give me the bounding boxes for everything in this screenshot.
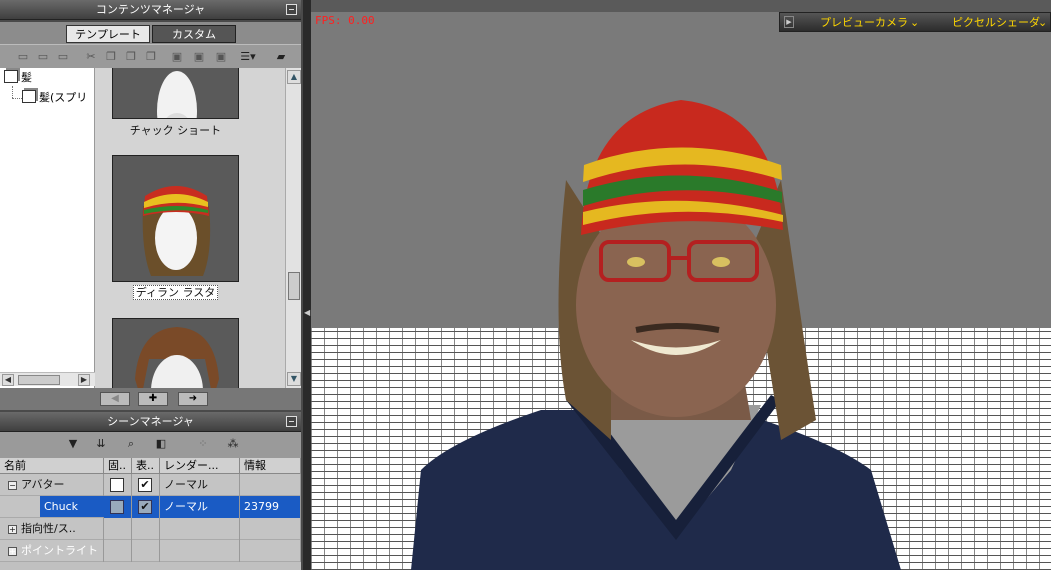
- scroll-thumb[interactable]: [18, 375, 60, 385]
- minimize-icon[interactable]: [286, 416, 297, 427]
- minimize-icon[interactable]: [286, 4, 297, 15]
- render-mode[interactable]: ノーマル: [160, 496, 240, 518]
- cut-icon[interactable]: ✂: [84, 50, 98, 63]
- rasta-hat-dreadlocks-icon: [142, 186, 211, 276]
- content-manager-title: コンテンツマネージャ: [95, 3, 206, 16]
- expand-icon[interactable]: +: [8, 525, 17, 534]
- folder-icon[interactable]: ▭: [36, 50, 50, 63]
- info-value: [240, 474, 301, 496]
- content-toolbar: ▭ ▭ ▭ ✂ ❐ ❐ ❐ ▣ ▣ ▣ ☰▾ ▰: [0, 44, 301, 68]
- fixed-checkbox[interactable]: [110, 478, 124, 492]
- render-mode[interactable]: ノーマル: [160, 474, 240, 496]
- filter-icon[interactable]: ▼: [66, 437, 80, 450]
- scene-table: 名前 固.. 表.. レンダー... 情報 − アバター ✔ ノーマル Chuck…: [0, 458, 301, 570]
- scene-manager-titlebar: シーンマネージャ: [0, 412, 301, 432]
- scroll-thumb[interactable]: [288, 272, 300, 300]
- brown-hair-icon: [135, 327, 219, 388]
- thumbnail-action-bar: ◀ ✚ ➜: [0, 388, 301, 410]
- hierarchy-icon[interactable]: ⁂: [226, 437, 240, 450]
- content-manager-titlebar: コンテンツマネージャ: [0, 0, 301, 20]
- content-tree: 髪 髪(スプリ ◀ ▶: [0, 68, 95, 388]
- thumbnail-item[interactable]: [112, 68, 239, 119]
- table-row[interactable]: + ポイントライト: [0, 540, 301, 562]
- collapse-arrow-icon[interactable]: ◀: [304, 308, 310, 317]
- link-icon[interactable]: ⁘: [196, 437, 210, 450]
- import-icon[interactable]: ▣: [170, 50, 184, 63]
- scroll-down-icon[interactable]: ▼: [287, 372, 301, 386]
- table-row[interactable]: + 指向性/ス..: [0, 518, 301, 540]
- column-header[interactable]: 固..: [104, 458, 132, 474]
- thumbnail-caption: ディラン ラスタ: [112, 284, 239, 300]
- copy-icon[interactable]: ❐: [104, 50, 118, 63]
- thumbnail-vertical-scrollbar[interactable]: ▲ ▼: [285, 68, 301, 388]
- thumbnail-item[interactable]: [112, 318, 239, 388]
- panel-divider[interactable]: ◀: [303, 0, 311, 570]
- scroll-right-icon[interactable]: ▶: [78, 374, 90, 386]
- column-header[interactable]: レンダー...: [160, 458, 240, 474]
- arrow-right-icon[interactable]: ➜: [178, 392, 208, 406]
- table-row-selected[interactable]: Chuck ✔ ノーマル 23799: [0, 496, 301, 518]
- tree-horizontal-scrollbar[interactable]: ◀ ▶: [0, 372, 95, 386]
- column-header[interactable]: 名前: [0, 458, 104, 474]
- avatar-model: [411, 100, 901, 570]
- view-mode-icon[interactable]: ☰▾: [238, 50, 258, 63]
- export-icon[interactable]: ▰: [274, 50, 288, 63]
- folder-icon: [22, 90, 36, 103]
- folder-up-icon[interactable]: ▭: [56, 50, 70, 63]
- left-panel: コンテンツマネージャ テンプレート カスタム ▭ ▭ ▭ ✂ ❐ ❐ ❐ ▣ ▣…: [0, 0, 303, 570]
- delete-icon[interactable]: ❐: [144, 50, 158, 63]
- properties-icon[interactable]: ▣: [214, 50, 228, 63]
- add-icon[interactable]: ✚: [138, 392, 168, 406]
- scroll-up-icon[interactable]: ▲: [287, 70, 301, 84]
- expand-icon[interactable]: +: [8, 547, 17, 556]
- table-row[interactable]: − アバター ✔ ノーマル: [0, 474, 301, 496]
- info-value: 23799: [240, 496, 301, 518]
- sort-icon[interactable]: ⇊: [94, 437, 108, 450]
- scene-toolbar: ▼ ⇊ ⌕ ◧ ⁘ ⁂: [0, 432, 301, 458]
- tree-item-hair-spring[interactable]: 髪(スプリ: [22, 90, 87, 106]
- column-header[interactable]: 表..: [132, 458, 160, 474]
- zoom-icon[interactable]: ⌕: [124, 437, 138, 450]
- render-icon[interactable]: ▣: [192, 50, 206, 63]
- column-header[interactable]: 情報: [240, 458, 301, 474]
- scroll-left-icon[interactable]: ◀: [2, 374, 14, 386]
- tab-custom[interactable]: カスタム: [152, 25, 236, 43]
- new-folder-icon[interactable]: ▭: [16, 50, 30, 63]
- 3d-viewport[interactable]: FPS: 0.00 ▶ プレビューカメラ ⌄ ピクセルシェーダ ⌄: [311, 0, 1051, 570]
- fixed-checkbox[interactable]: [110, 500, 124, 514]
- scene-manager-title: シーンマネージャ: [107, 415, 194, 428]
- paste-icon[interactable]: ❐: [124, 50, 138, 63]
- arrow-left-icon[interactable]: ◀: [100, 392, 130, 406]
- content-tabs: テンプレート カスタム: [0, 22, 301, 44]
- layout-icon[interactable]: ◧: [154, 437, 168, 450]
- visible-checkbox[interactable]: ✔: [138, 478, 152, 492]
- thumbnail-item-selected[interactable]: [112, 155, 239, 282]
- collapse-icon[interactable]: −: [8, 481, 17, 490]
- visible-checkbox[interactable]: ✔: [138, 500, 152, 514]
- thumbnail-list: チャック ショート ディラン ラスタ: [95, 68, 285, 388]
- tree-item-hair[interactable]: 髪: [4, 70, 32, 86]
- thumbnail-caption: チャック ショート: [129, 124, 222, 137]
- folder-icon: [4, 70, 18, 83]
- tab-template[interactable]: テンプレート: [66, 25, 150, 43]
- white-head-short-hair-icon: [157, 71, 197, 118]
